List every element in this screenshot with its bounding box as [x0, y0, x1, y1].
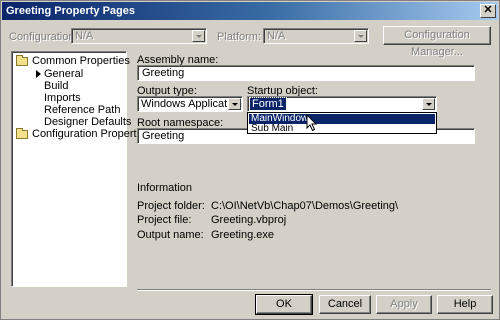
output-name-label: Output name: — [137, 229, 204, 241]
startup-object-dropdown-list[interactable]: MainWindow Sub Main — [247, 112, 437, 134]
output-name-value: Greeting.exe — [211, 229, 274, 241]
information-heading: Information — [137, 182, 193, 194]
property-pages-dialog: Greeting Property Pages ✕ Configuration:… — [0, 0, 500, 320]
close-button[interactable]: ✕ — [480, 4, 496, 18]
platform-label: Platform: — [217, 31, 262, 43]
project-folder-label: Project folder: — [137, 200, 205, 212]
apply-button[interactable]: Apply — [376, 295, 432, 314]
startup-object-combo[interactable]: Form1 — [247, 96, 437, 112]
configuration-combo[interactable]: N/A — [71, 28, 207, 44]
chevron-down-icon[interactable] — [422, 98, 435, 110]
root-namespace-value: Greeting — [142, 130, 185, 142]
help-button[interactable]: Help — [437, 295, 493, 314]
assembly-name-value: Greeting — [142, 67, 185, 79]
cancel-button[interactable]: Cancel — [319, 295, 371, 314]
project-file-value: Greeting.vbproj — [211, 214, 287, 226]
configuration-value: N/A — [75, 30, 94, 42]
mouse-pointer-icon — [306, 114, 318, 132]
tree-item-label: Configuration Properties — [32, 128, 151, 140]
folder-open-icon — [16, 55, 28, 66]
platform-value: N/A — [267, 30, 286, 42]
dropdown-option-sub-main[interactable]: Sub Main — [249, 124, 435, 134]
chevron-down-icon[interactable] — [354, 30, 367, 42]
property-tree[interactable]: Common Properties General Build Imports … — [11, 51, 151, 287]
title-bar[interactable]: Greeting Property Pages ✕ — [2, 2, 498, 20]
project-folder-value: C:\OI\NetVb\Chap07\Demos\Greeting\ — [211, 200, 399, 212]
selection-arrow-icon — [36, 70, 41, 78]
assembly-name-field[interactable]: Greeting — [137, 65, 475, 81]
output-type-combo[interactable]: Windows Application — [137, 96, 243, 112]
dialog-title: Greeting Property Pages — [6, 5, 135, 17]
startup-object-value: Form1 — [249, 97, 287, 111]
chevron-down-icon[interactable] — [192, 30, 205, 42]
configuration-label: Configuration: — [9, 31, 78, 43]
platform-combo[interactable]: N/A — [263, 28, 369, 44]
close-icon: ✕ — [483, 4, 493, 16]
folder-closed-icon — [16, 128, 28, 139]
tree-item-label: Common Properties — [32, 55, 130, 67]
button-separator — [137, 289, 491, 291]
project-file-label: Project file: — [137, 214, 192, 226]
chevron-down-icon[interactable] — [228, 98, 241, 110]
ok-button[interactable]: OK — [255, 294, 313, 315]
configuration-manager-button[interactable]: Configuration Manager... — [383, 26, 491, 58]
output-type-value: Windows Application — [141, 98, 242, 110]
